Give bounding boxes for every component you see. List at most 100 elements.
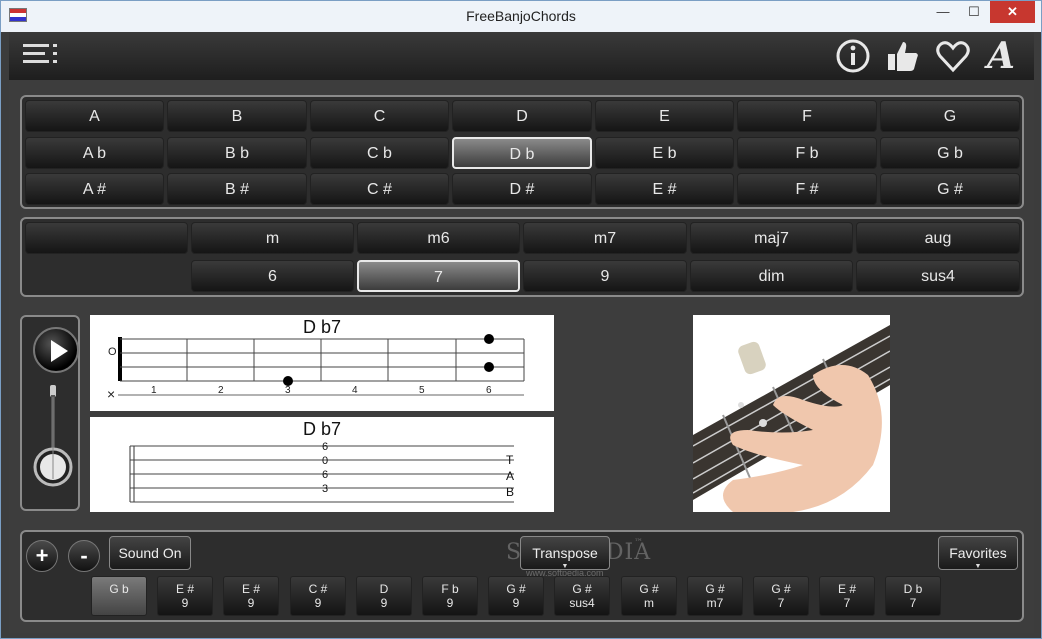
info-icon[interactable] <box>835 38 871 74</box>
fret-number: 5 <box>419 385 425 396</box>
chord-type-7-button[interactable]: 7 <box>357 260 520 292</box>
zoom-in-button[interactable]: + <box>26 540 58 572</box>
transpose-dropdown-icon: ▼ <box>561 563 569 570</box>
history-chord-item[interactable]: G # 9 <box>488 576 544 616</box>
note-button-e-sharp[interactable]: E # <box>595 173 734 205</box>
close-button[interactable]: ✕ <box>990 1 1035 23</box>
thumbs-up-icon[interactable] <box>885 38 921 74</box>
chord-type-dim-button[interactable]: dim <box>690 260 853 292</box>
history-chord-note: F b <box>441 582 459 596</box>
note-button-d-sharp[interactable]: D # <box>452 173 592 205</box>
history-chord-item[interactable]: C # 9 <box>290 576 346 616</box>
playback-panel <box>20 315 80 511</box>
history-chord-item[interactable]: D b 7 <box>885 576 941 616</box>
history-chord-type: 9 <box>247 596 255 610</box>
tab-fret-value: 6 <box>322 441 329 453</box>
note-button-f[interactable]: F <box>737 100 877 132</box>
fretboard-diagram <box>118 334 525 396</box>
history-chord-note: G # <box>506 582 526 596</box>
history-chord-item[interactable]: E # 9 <box>223 576 279 616</box>
chord-type-m-button[interactable]: m <box>191 222 354 254</box>
note-button-d[interactable]: D <box>452 100 592 132</box>
fret-number: 6 <box>486 385 492 396</box>
history-chord-item[interactable]: G # m7 <box>687 576 743 616</box>
note-button-bb[interactable]: B b <box>167 137 307 169</box>
note-button-gb[interactable]: G b <box>880 137 1020 169</box>
note-button-e[interactable]: E <box>595 100 734 132</box>
history-chord-item[interactable]: F b 9 <box>422 576 478 616</box>
tab-fret-value: 3 <box>322 483 329 495</box>
history-chord-note: E # <box>241 582 260 596</box>
history-chord-note: G # <box>771 582 791 596</box>
bottom-controls-panel: + - Sound On SOFTPEDIA ™ www.softpedia.c… <box>20 530 1024 622</box>
history-chord-item[interactable]: G # m <box>621 576 677 616</box>
fret-number: 3 <box>285 385 291 396</box>
heart-icon[interactable] <box>935 38 971 74</box>
banjo-icon[interactable] <box>32 383 74 489</box>
history-chord-type: 9 <box>446 596 454 610</box>
fret-number: 2 <box>218 385 224 396</box>
zoom-out-button[interactable]: - <box>68 540 100 572</box>
history-chord-item[interactable]: G # 7 <box>753 576 809 616</box>
history-chord-type: 7 <box>909 596 917 610</box>
top-toolbar: A <box>9 32 1034 80</box>
history-chord-note: E # <box>175 582 194 596</box>
note-button-a[interactable]: A <box>25 100 164 132</box>
window-title: FreeBanjoChords <box>466 8 576 24</box>
hamburger-menu-icon[interactable] <box>23 44 57 72</box>
chord-type-6-button[interactable]: 6 <box>191 260 354 292</box>
chord-type-m7-button[interactable]: m7 <box>523 222 687 254</box>
history-chord-item[interactable]: D 9 <box>356 576 412 616</box>
finger-dot <box>484 334 494 344</box>
chord-type-major-button[interactable] <box>25 222 188 254</box>
chord-type-sus4-button[interactable]: sus4 <box>856 260 1020 292</box>
tab-fret-value: 0 <box>322 455 329 467</box>
tab-letter: A <box>506 469 515 483</box>
history-chord-type: 9 <box>380 596 388 610</box>
tab-letter: T <box>506 453 514 467</box>
transpose-button[interactable]: Transpose ▼ <box>520 536 610 570</box>
note-button-b-sharp[interactable]: B # <box>167 173 307 205</box>
history-chord-item[interactable]: E # 7 <box>819 576 875 616</box>
note-button-eb[interactable]: E b <box>595 137 734 169</box>
note-button-db[interactable]: D b <box>452 137 592 169</box>
app-client: A A B C D E F G A b B b C b D b E b F b … <box>9 32 1034 633</box>
note-button-a-sharp[interactable]: A # <box>25 173 164 205</box>
note-button-fb[interactable]: F b <box>737 137 877 169</box>
note-button-g[interactable]: G <box>880 100 1020 132</box>
note-button-f-sharp[interactable]: F # <box>737 173 877 205</box>
note-button-g-sharp[interactable]: G # <box>880 173 1020 205</box>
note-button-c-sharp[interactable]: C # <box>310 173 449 205</box>
history-chord-note: G # <box>572 582 592 596</box>
hand-position-photo <box>693 315 890 512</box>
note-button-b[interactable]: B <box>167 100 307 132</box>
sound-toggle-button[interactable]: Sound On <box>109 536 191 570</box>
maximize-button[interactable]: ☐ <box>961 1 987 23</box>
history-chord-note: D <box>379 582 389 596</box>
history-chord-note: E # <box>837 582 856 596</box>
favorites-button[interactable]: Favorites ▼ <box>938 536 1018 570</box>
minimize-button[interactable]: — <box>930 1 956 23</box>
note-button-c[interactable]: C <box>310 100 449 132</box>
open-string-marker: O <box>108 346 117 358</box>
note-selector-panel: A B C D E F G A b B b C b D b E b F b G … <box>20 95 1024 209</box>
history-chord-type: 9 <box>181 596 189 610</box>
finger-dot <box>484 362 494 372</box>
tablature-diagram: D b7 6 0 6 3 T A B <box>90 417 554 512</box>
app-window: FreeBanjoChords — ☐ ✕ A A B C D E F G A … <box>0 0 1042 639</box>
history-chord-type: sus4 <box>569 596 595 610</box>
note-button-ab[interactable]: A b <box>25 137 164 169</box>
note-button-cb[interactable]: C b <box>310 137 449 169</box>
history-chord-type: 7 <box>843 596 851 610</box>
chord-type-m6-button[interactable]: m6 <box>357 222 520 254</box>
chord-type-9-button[interactable]: 9 <box>523 260 687 292</box>
chord-type-maj7-button[interactable]: maj7 <box>690 222 853 254</box>
font-icon[interactable]: A <box>983 38 1019 74</box>
history-chord-item[interactable]: G b <box>91 576 147 616</box>
history-chord-item[interactable]: E # 9 <box>157 576 213 616</box>
chord-type-aug-button[interactable]: aug <box>856 222 1020 254</box>
play-icon[interactable] <box>33 327 79 373</box>
history-chord-item[interactable]: G # sus4 <box>554 576 610 616</box>
tab-letter: B <box>506 485 515 499</box>
title-bar: FreeBanjoChords — ☐ ✕ <box>1 1 1041 32</box>
